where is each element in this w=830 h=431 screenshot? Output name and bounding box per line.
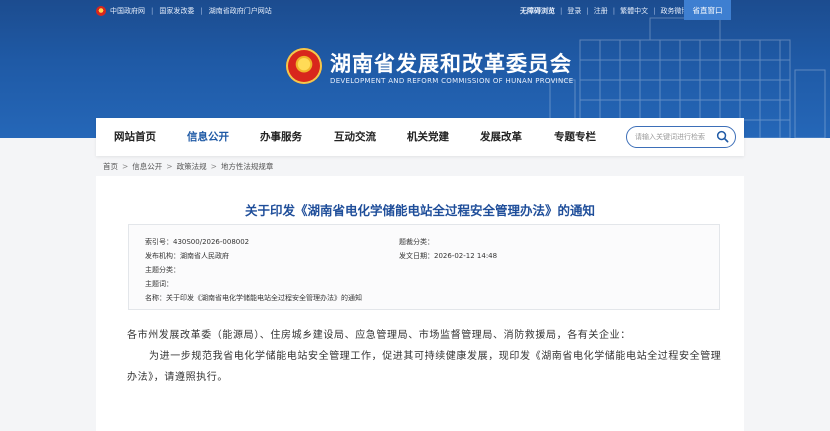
meta-name: 名称：关于印发《湖南省电化学储能电站全过程安全管理办法》的通知: [145, 294, 362, 302]
meta-keywords: 主题词：: [145, 280, 173, 288]
nav-item-development-reform[interactable]: 发展改革: [480, 129, 522, 144]
chevron-right-icon: >: [210, 162, 217, 171]
main-nav: 网站首页 信息公开 办事服务 互动交流 机关党建 发展改革 专题专栏: [96, 118, 744, 156]
search-input[interactable]: [635, 129, 715, 144]
breadcrumb-home[interactable]: 首页: [103, 161, 118, 172]
breadcrumb-policies[interactable]: 政策法规: [177, 161, 207, 172]
register-link[interactable]: 注册: [594, 6, 608, 16]
nav-item-info-disclosure[interactable]: 信息公开: [187, 129, 229, 144]
link-hunan-gov[interactable]: 湖南省政府门户网站: [209, 6, 272, 16]
chevron-right-icon: >: [122, 162, 129, 171]
meta-topic: 主题分类：: [145, 266, 180, 274]
national-emblem-logo: [286, 48, 322, 84]
user-links: 无障碍浏览 | 登录 | 注册 | 繁體中文 | 政务微博: [520, 6, 688, 16]
meta-publisher: 发布机构：湖南省人民政府: [145, 252, 229, 260]
divider: |: [586, 7, 589, 15]
external-links: 中国政府网 | 国家发改委 | 湖南省政府门户网站: [96, 6, 272, 16]
page-title: 关于印发《湖南省电化学储能电站全过程安全管理办法》的通知: [244, 203, 595, 218]
search-icon[interactable]: [716, 130, 729, 143]
site-title[interactable]: 湖南省发展和改革委员会: [330, 48, 572, 78]
national-emblem-icon: [96, 6, 106, 16]
breadcrumb: 首页 > 信息公开 > 政策法规 > 地方性法规规章: [103, 161, 273, 172]
search-box: [626, 126, 736, 148]
nav-item-services[interactable]: 办事服务: [260, 129, 302, 144]
meta-index-no: 索引号：430S00/2026-008002: [145, 238, 250, 246]
divider: |: [200, 7, 203, 15]
top-utility-bar: 中国政府网 | 国家发改委 | 湖南省政府门户网站 无障碍浏览 | 登录 | 注…: [0, 0, 830, 22]
login-link[interactable]: 登录: [567, 6, 581, 16]
portal-button[interactable]: 省直窗口: [684, 0, 731, 20]
divider: |: [653, 7, 656, 15]
nav-item-special-topics[interactable]: 专题专栏: [554, 129, 596, 144]
chevron-right-icon: >: [166, 162, 173, 171]
link-ndrc[interactable]: 国家发改委: [159, 6, 194, 16]
language-link[interactable]: 繁體中文: [620, 6, 648, 16]
body-paragraph: 为进一步规范我省电化学储能电站安全管理工作，促进其可持续健康发展，现印发《湖南省…: [127, 351, 722, 383]
meta-category: 题裁分类：: [399, 238, 434, 246]
article-card: 关于印发《湖南省电化学储能电站全过程安全管理办法》的通知 索引号：430S00/…: [96, 176, 744, 431]
breadcrumb-info-disclosure[interactable]: 信息公开: [132, 161, 162, 172]
divider: |: [612, 7, 616, 15]
divider: |: [560, 7, 563, 15]
meta-date: 发文日期：2026-02-12 14:48: [399, 252, 498, 260]
nav-item-interaction[interactable]: 互动交流: [334, 129, 376, 144]
nav-item-home[interactable]: 网站首页: [114, 129, 156, 144]
article-body: 各市州发展改革委（能源局）、住房城乡建设局、应急管理局、市场监督管理局、消防救援…: [127, 325, 727, 388]
barrier-free-link[interactable]: 无障碍浏览: [520, 6, 555, 16]
nav-item-party-building[interactable]: 机关党建: [407, 129, 449, 144]
addressees-paragraph: 各市州发展改革委（能源局）、住房城乡建设局、应急管理局、市场监督管理局、消防救援…: [127, 330, 631, 341]
document-metadata: 索引号：430S00/2026-008002 发布机构：湖南省人民政府 主题分类…: [128, 224, 720, 310]
link-china-gov[interactable]: 中国政府网: [110, 6, 145, 16]
site-subtitle: DEVELOPMENT AND REFORM COMMISSION OF HUN…: [330, 77, 574, 85]
breadcrumb-local-regulations[interactable]: 地方性法规规章: [221, 161, 274, 172]
divider: |: [151, 7, 154, 15]
